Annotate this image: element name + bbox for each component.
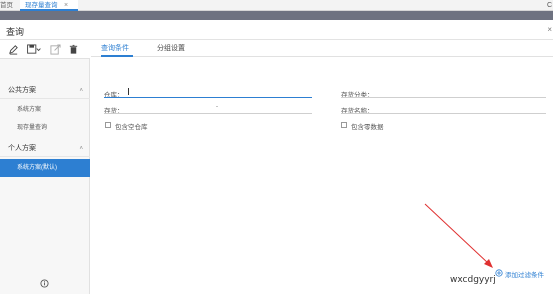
condition-tabs: 查询条件 分组设置 <box>91 41 553 57</box>
dialog-close-icon[interactable]: × <box>547 25 552 34</box>
warehouse-input[interactable] <box>104 97 312 98</box>
chevron-up-icon[interactable]: ˄ <box>79 141 83 157</box>
scheme-item-stock-query[interactable]: 现存量查询 <box>0 120 90 136</box>
personal-scheme-label: 个人方案 <box>8 145 36 152</box>
scheme-sidebar: 公共方案 ˄ 系统方案 现存量查询 个人方案 ˄ 系统方案(默认) <box>0 41 90 294</box>
header-band <box>0 11 553 20</box>
tab-home[interactable]: 首页 <box>0 0 18 11</box>
close-tab-icon[interactable]: × <box>64 0 68 11</box>
tab-strip: 首页 现存量查询 × C <box>0 0 553 11</box>
dialog-titlebar: 查询 × <box>0 20 553 40</box>
query-main-panel: 查询条件 分组设置 仓库： 存货分类： 存货： - 存货名称： 包含空仓库 包含… <box>91 41 553 294</box>
text-caret <box>128 88 129 95</box>
add-filter-link[interactable]: 添加过滤条件 <box>505 269 544 279</box>
query-dialog: 查询 × 公共方案 ˄ 系统方案 现存量查询 个人方案 ˄ 系统方案(默认) 查… <box>0 20 553 294</box>
corner-glyph: C <box>546 2 552 9</box>
info-icon[interactable] <box>40 279 49 288</box>
inventory-name-input[interactable] <box>341 113 546 114</box>
export-icon[interactable] <box>50 44 61 55</box>
public-scheme-group[interactable]: 公共方案 ˄ <box>0 83 90 99</box>
dialog-title: 查询 <box>6 27 25 37</box>
include-empty-warehouse-checkbox[interactable] <box>105 122 111 128</box>
include-zero-data-label: 包含零数据 <box>351 124 384 131</box>
personal-scheme-group[interactable]: 个人方案 ˄ <box>0 141 90 157</box>
inventory-range-dash: - <box>216 104 218 110</box>
delete-icon[interactable] <box>68 44 79 55</box>
include-zero-data-checkbox[interactable] <box>341 122 347 128</box>
public-scheme-label: 公共方案 <box>8 87 36 94</box>
scheme-toolbar <box>0 41 90 59</box>
scheme-item-system-default[interactable]: 系统方案(默认) <box>0 159 90 177</box>
add-filter-icon[interactable] <box>495 269 503 277</box>
tab-stock-query[interactable]: 现存量查询 × <box>20 0 78 11</box>
watermark-text: wxcdgyyrj <box>450 275 496 285</box>
inventory-input[interactable] <box>104 113 312 114</box>
tab-stock-query-label: 现存量查询 <box>25 2 58 9</box>
inventory-class-input[interactable] <box>341 97 546 98</box>
save-dropdown-icon[interactable] <box>26 44 42 55</box>
include-empty-warehouse-label: 包含空仓库 <box>115 124 148 131</box>
edit-icon[interactable] <box>8 44 19 55</box>
tab-query-conditions[interactable]: 查询条件 <box>101 41 133 57</box>
tab-group-settings[interactable]: 分组设置 <box>157 41 189 57</box>
chevron-up-icon[interactable]: ˄ <box>79 83 83 99</box>
scheme-item-system[interactable]: 系统方案 <box>0 102 90 118</box>
